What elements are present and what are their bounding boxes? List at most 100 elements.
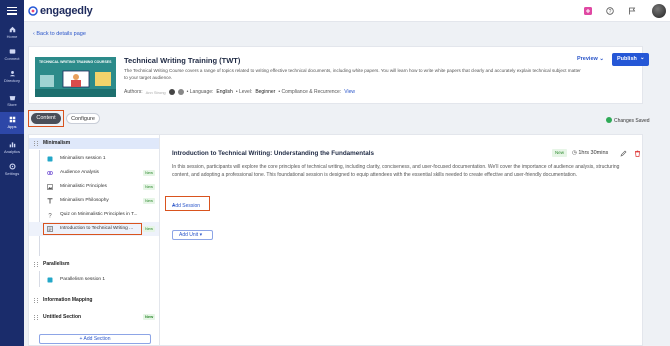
nav-item-store[interactable]: Store xyxy=(0,90,24,110)
drag-handle-icon[interactable] xyxy=(34,315,38,320)
nav-label: Home xyxy=(6,34,18,39)
analytics-icon xyxy=(9,142,15,148)
nav-item-connect[interactable]: Connect xyxy=(0,44,24,64)
list-item[interactable]: Minimalism Philosophy New xyxy=(29,194,160,208)
author-avatar xyxy=(177,89,184,95)
directory-icon xyxy=(9,71,15,77)
preview-button[interactable]: Preview ⌄ xyxy=(577,56,604,62)
drag-handle-icon[interactable] xyxy=(34,298,38,303)
nav-item-directory[interactable]: Directory xyxy=(0,66,24,88)
section-header[interactable]: Parallelism xyxy=(29,259,160,270)
presentation-icon xyxy=(47,226,53,232)
nav-label: Directory xyxy=(3,78,20,83)
author-avatar xyxy=(168,89,175,95)
section-header[interactable]: Minimalism xyxy=(29,138,160,149)
item-label: Minimalistic Principles xyxy=(60,184,107,189)
add-unit-button[interactable]: Add Unit ▾ xyxy=(172,230,213,240)
list-item[interactable]: Minimalistic Principles New xyxy=(29,180,160,194)
add-session-label: Add Session xyxy=(172,203,201,209)
section-title: Parallelism xyxy=(43,261,70,267)
list-item[interactable]: Minimalism session 1 xyxy=(29,152,160,166)
compliance-view-link[interactable]: View xyxy=(344,89,355,95)
add-unit-label: Add Unit xyxy=(179,232,199,238)
top-bar: engagedly ? xyxy=(24,0,670,22)
chevron-down-icon: ⌄ xyxy=(640,55,645,61)
list-item-active[interactable]: Introduction to Technical Writing ... Ne… xyxy=(29,222,160,236)
add-session-button[interactable]: + Add Session xyxy=(169,200,205,209)
back-link[interactable]: ‹ Back to details page xyxy=(33,31,86,37)
nav-label: Connect xyxy=(4,56,20,61)
new-badge: New xyxy=(143,170,156,176)
course-header-card: TECHNICAL WRITING TRAINING COURSES Techn… xyxy=(28,46,649,104)
nav-item-apps[interactable]: Apps xyxy=(0,112,24,134)
nav-label: Store xyxy=(7,102,17,107)
session-icon xyxy=(47,156,53,162)
thumbnail-illustration xyxy=(35,70,116,97)
quiz-icon: ? xyxy=(48,214,52,219)
duration-text: 1hrs 30mins xyxy=(578,150,609,156)
new-badge: New xyxy=(143,198,156,204)
drag-handle-icon[interactable] xyxy=(34,262,38,267)
publish-button[interactable]: Publish ⌄ xyxy=(612,53,649,66)
section-title: Information Mapping xyxy=(43,297,93,303)
menu-icon[interactable] xyxy=(7,7,17,17)
drag-handle-icon[interactable] xyxy=(34,141,38,146)
course-description: The Technical Writing Course covers a ra… xyxy=(124,68,581,80)
level-value: Beginner xyxy=(255,89,276,95)
section-header[interactable]: Untitled Section New xyxy=(29,312,160,323)
store-icon xyxy=(9,96,15,101)
lesson-title: Introduction to Technical Writing: Under… xyxy=(172,150,374,157)
help-icon[interactable]: ? xyxy=(606,7,614,15)
settings-icon xyxy=(8,163,16,170)
back-link-label: Back to details page xyxy=(36,31,86,37)
delete-icon[interactable] xyxy=(634,150,641,157)
nav-item-home[interactable]: Home xyxy=(0,22,24,42)
edit-icon[interactable] xyxy=(620,150,627,157)
preview-label: Preview xyxy=(577,56,598,62)
lesson-detail-panel: Introduction to Technical Writing: Under… xyxy=(159,134,643,346)
course-title: Technical Writing Training (TWT) xyxy=(124,56,241,65)
item-label: Parallelism session 1 xyxy=(60,277,106,282)
section-title: Minimalism xyxy=(43,140,71,146)
authors-label: Authors: xyxy=(124,89,143,95)
nav-label: Analytics xyxy=(3,149,20,154)
logo[interactable]: engagedly xyxy=(28,5,93,17)
item-label: Introduction to Technical Writing ... xyxy=(60,226,134,231)
tab-configure[interactable]: Configure xyxy=(66,113,100,124)
home-icon xyxy=(9,26,15,33)
list-item[interactable]: ? Quiz on Minimalistic Principles in T..… xyxy=(29,208,160,222)
lesson-duration: ◷ 1hrs 30mins xyxy=(572,150,608,156)
link-icon xyxy=(47,171,53,175)
add-section-button[interactable]: + Add Section xyxy=(39,334,151,344)
item-label: Minimalism session 1 xyxy=(60,156,106,161)
language-value: English xyxy=(216,89,233,95)
course-meta: Authors: Ann Strong • Language: English … xyxy=(124,89,355,95)
highlight-box: + Add Session xyxy=(165,196,210,211)
flag-icon[interactable] xyxy=(628,7,636,15)
save-status: Changes Saved xyxy=(606,117,650,124)
item-label: Quiz on Minimalistic Principles in T... xyxy=(60,212,138,217)
svg-text:?: ? xyxy=(609,9,612,15)
list-item[interactable]: Parallelism session 1 xyxy=(29,273,160,287)
add-section-label: Add Section xyxy=(83,336,111,342)
chevron-down-icon: ⌄ xyxy=(599,56,604,62)
course-thumbnail: TECHNICAL WRITING TRAINING COURSES xyxy=(35,57,116,97)
avatar[interactable] xyxy=(652,4,666,18)
new-badge: New xyxy=(143,314,156,320)
nav-label: Apps xyxy=(7,124,17,129)
list-item[interactable]: Audience Analysis New xyxy=(29,166,160,180)
nav-item-analytics[interactable]: Analytics xyxy=(0,137,24,157)
connect-icon xyxy=(9,49,15,54)
logo-icon xyxy=(28,6,38,16)
section-header[interactable]: Information Mapping xyxy=(29,295,160,306)
tab-content[interactable]: Content xyxy=(31,113,61,124)
save-status-text: Changes Saved xyxy=(614,118,650,124)
nav-item-settings[interactable]: Settings xyxy=(0,159,24,179)
caret-down-icon: ▾ xyxy=(199,232,203,238)
publish-label: Publish xyxy=(617,56,637,62)
item-label: Audience Analysis xyxy=(60,170,99,175)
author-name: Ann Strong xyxy=(145,89,166,95)
lesson-description: In this session, participants will explo… xyxy=(172,164,620,178)
add-icon[interactable] xyxy=(584,7,592,15)
apps-icon xyxy=(9,116,15,123)
